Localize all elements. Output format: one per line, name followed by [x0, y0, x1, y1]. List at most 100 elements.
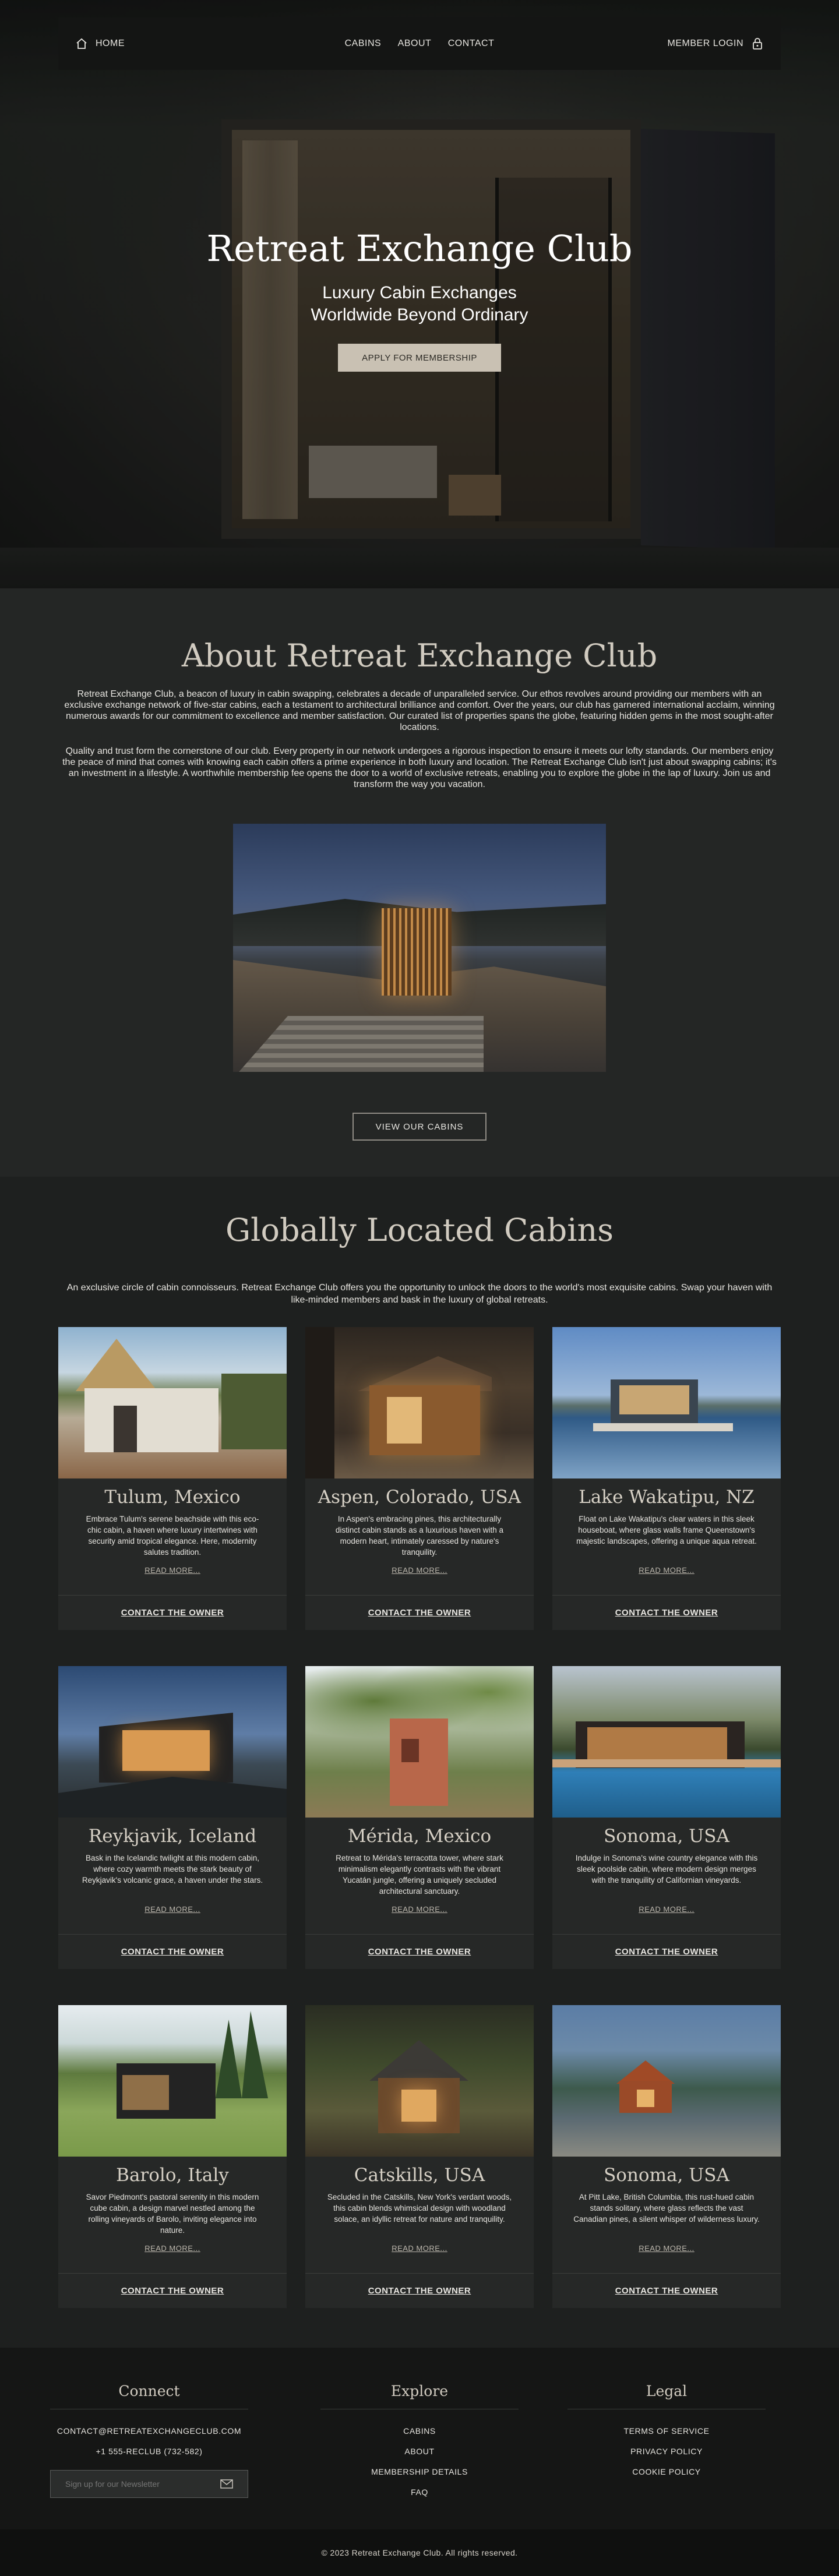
cabin-card: Tulum, Mexico Embrace Tulum's serene bea… [58, 1327, 287, 1630]
cabin-description: In Aspen's embracing pines, this archite… [335, 1515, 504, 1557]
about-cabin-image [233, 824, 606, 1072]
footer-email-link[interactable]: CONTACT@RETREATEXCHANGECLUB.COM [50, 2421, 248, 2441]
footer-link-membership-details[interactable]: MEMBERSHIP DETAILS [320, 2462, 519, 2482]
contact-owner-button[interactable]: CONTACT THE OWNER [58, 1595, 287, 1630]
newsletter-input[interactable] [65, 2479, 220, 2489]
footer-connect: Connect CONTACT@RETREATEXCHANGECLUB.COM … [50, 2383, 248, 2498]
contact-owner-button[interactable]: CONTACT THE OWNER [552, 1595, 781, 1630]
contact-owner-label: CONTACT THE OWNER [368, 2286, 471, 2296]
cabin-image [305, 1327, 534, 1478]
contact-owner-button[interactable]: CONTACT THE OWNER [552, 2273, 781, 2308]
nav-home-label: HOME [96, 38, 125, 48]
contact-owner-label: CONTACT THE OWNER [121, 1608, 224, 1618]
cabin-name: Lake Wakatipu, NZ [579, 1487, 755, 1508]
cabin-image [305, 1666, 534, 1818]
cabin-card: Barolo, Italy Savor Piedmont's pastoral … [58, 2005, 287, 2308]
cabins-section: Globally Located Cabins An exclusive cir… [0, 1177, 839, 2348]
cabin-name: Catskills, USA [354, 2165, 485, 2186]
copyright-text: © 2023 Retreat Exchange Club. All rights… [321, 2548, 518, 2557]
footer-legal-title: Legal [646, 2383, 688, 2399]
contact-owner-button[interactable]: CONTACT THE OWNER [58, 1934, 287, 1969]
cabin-image [552, 2005, 781, 2157]
envelope-icon[interactable] [220, 2479, 233, 2489]
cabin-image [552, 1666, 781, 1818]
cabin-card: Sonoma, USA Indulge in Sonoma's wine cou… [552, 1666, 781, 1969]
nav-link-cabins[interactable]: CABINS [345, 38, 382, 48]
cabin-card: Aspen, Colorado, USA In Aspen's embracin… [305, 1327, 534, 1630]
cabin-card: Catskills, USA Secluded in the Catskills… [305, 2005, 534, 2308]
hero-section: HOME CABINS ABOUT CONTACT MEMBER LOGIN R… [0, 0, 839, 588]
cabins-title: Globally Located Cabins [225, 1212, 614, 1248]
read-more-link[interactable]: READ MORE... [58, 1566, 287, 1575]
read-more-link[interactable]: READ MORE... [552, 1905, 781, 1914]
hero-subtitle: Luxury Cabin Exchanges Worldwide Beyond … [311, 283, 528, 324]
cabin-card: Sonoma, USA At Pitt Lake, British Columb… [552, 2005, 781, 2308]
cabin-image [58, 2005, 287, 2157]
contact-owner-button[interactable]: CONTACT THE OWNER [305, 1595, 534, 1630]
read-more-link[interactable]: READ MORE... [58, 2244, 287, 2253]
footer-link-about[interactable]: ABOUT [320, 2441, 519, 2462]
read-more-link[interactable]: READ MORE... [552, 1566, 781, 1575]
about-paragraph-1: Retreat Exchange Club, a beacon of luxur… [64, 689, 775, 732]
footer-link-faq[interactable]: FAQ [320, 2482, 519, 2503]
cabin-card: Lake Wakatipu, NZ Float on Lake Wakatipu… [552, 1327, 781, 1630]
member-login-label: MEMBER LOGIN [667, 38, 743, 48]
cabin-description: Embrace Tulum's serene beachside with th… [86, 1515, 259, 1557]
copyright-bar: © 2023 Retreat Exchange Club. All rights… [0, 2529, 839, 2576]
apply-membership-button[interactable]: APPLY FOR MEMBERSHIP [338, 344, 501, 372]
lock-icon [753, 38, 762, 50]
about-section: About Retreat Exchange Club Retreat Exch… [0, 588, 839, 1177]
read-more-link[interactable]: READ MORE... [552, 2244, 781, 2253]
footer-connect-title: Connect [118, 2383, 180, 2399]
contact-owner-label: CONTACT THE OWNER [121, 1947, 224, 1957]
cabin-card: Mérida, Mexico Retreat to Mérida's terra… [305, 1666, 534, 1969]
contact-owner-label: CONTACT THE OWNER [121, 2286, 224, 2296]
contact-owner-button[interactable]: CONTACT THE OWNER [58, 2273, 287, 2308]
footer-link-privacy[interactable]: PRIVACY POLICY [567, 2441, 766, 2462]
footer-link-cookie[interactable]: COOKIE POLICY [567, 2462, 766, 2482]
about-title: About Retreat Exchange Club [181, 637, 658, 674]
read-more-link[interactable]: READ MORE... [305, 1905, 534, 1914]
cabin-image [552, 1327, 781, 1478]
contact-owner-label: CONTACT THE OWNER [615, 2286, 718, 2296]
cabin-name: Reykjavik, Iceland [88, 1826, 257, 1847]
nav-home-link[interactable]: HOME [76, 38, 125, 50]
member-login-link[interactable]: MEMBER LOGIN [668, 37, 763, 50]
footer-legal: Legal TERMS OF SERVICE PRIVACY POLICY CO… [567, 2383, 766, 2482]
footer: Connect CONTACT@RETREATEXCHANGECLUB.COM … [0, 2348, 839, 2576]
contact-owner-label: CONTACT THE OWNER [368, 1947, 471, 1957]
contact-owner-label: CONTACT THE OWNER [615, 1608, 718, 1618]
footer-link-terms[interactable]: TERMS OF SERVICE [567, 2421, 766, 2441]
nav-link-contact[interactable]: CONTACT [448, 38, 495, 48]
view-cabins-button[interactable]: VIEW OUR CABINS [352, 1113, 487, 1141]
cabin-image [305, 2005, 534, 2157]
cabin-description: Float on Lake Wakatipu's clear waters in… [576, 1515, 757, 1545]
cabin-description: At Pitt Lake, British Columbia, this rus… [573, 2193, 760, 2224]
top-navigation: HOME CABINS ABOUT CONTACT MEMBER LOGIN [58, 17, 781, 70]
cabin-name: Tulum, Mexico [104, 1487, 241, 1508]
cabin-description: Bask in the Icelandic twilight at this m… [82, 1854, 263, 1885]
about-paragraph-2: Quality and trust form the cornerstone o… [62, 746, 777, 789]
read-more-link[interactable]: READ MORE... [58, 1905, 287, 1914]
footer-phone-link[interactable]: +1 555-RECLUB (732-582) [50, 2441, 248, 2462]
contact-owner-button[interactable]: CONTACT THE OWNER [552, 1934, 781, 1969]
cabin-name: Sonoma, USA [604, 2165, 729, 2186]
read-more-link[interactable]: READ MORE... [305, 2244, 534, 2253]
cabin-name: Barolo, Italy [116, 2165, 229, 2186]
nav-link-about[interactable]: ABOUT [398, 38, 432, 48]
newsletter-field [50, 2470, 248, 2498]
cabin-description: Secluded in the Catskills, New York's ve… [327, 2193, 512, 2224]
hero-title: Retreat Exchange Club [206, 227, 633, 270]
cabin-description: Retreat to Mérida's terracotta tower, wh… [336, 1854, 503, 1896]
footer-link-cabins[interactable]: CABINS [320, 2421, 519, 2441]
contact-owner-label: CONTACT THE OWNER [368, 1608, 471, 1618]
cabin-image [58, 1666, 287, 1818]
cabin-name: Aspen, Colorado, USA [318, 1487, 521, 1508]
home-icon [76, 38, 87, 49]
contact-owner-button[interactable]: CONTACT THE OWNER [305, 1934, 534, 1969]
cabin-name: Mérida, Mexico [347, 1826, 492, 1847]
cabin-name: Sonoma, USA [604, 1826, 729, 1847]
read-more-link[interactable]: READ MORE... [305, 1566, 534, 1575]
cabin-description: Savor Piedmont's pastoral serenity in th… [86, 2193, 259, 2235]
contact-owner-button[interactable]: CONTACT THE OWNER [305, 2273, 534, 2308]
